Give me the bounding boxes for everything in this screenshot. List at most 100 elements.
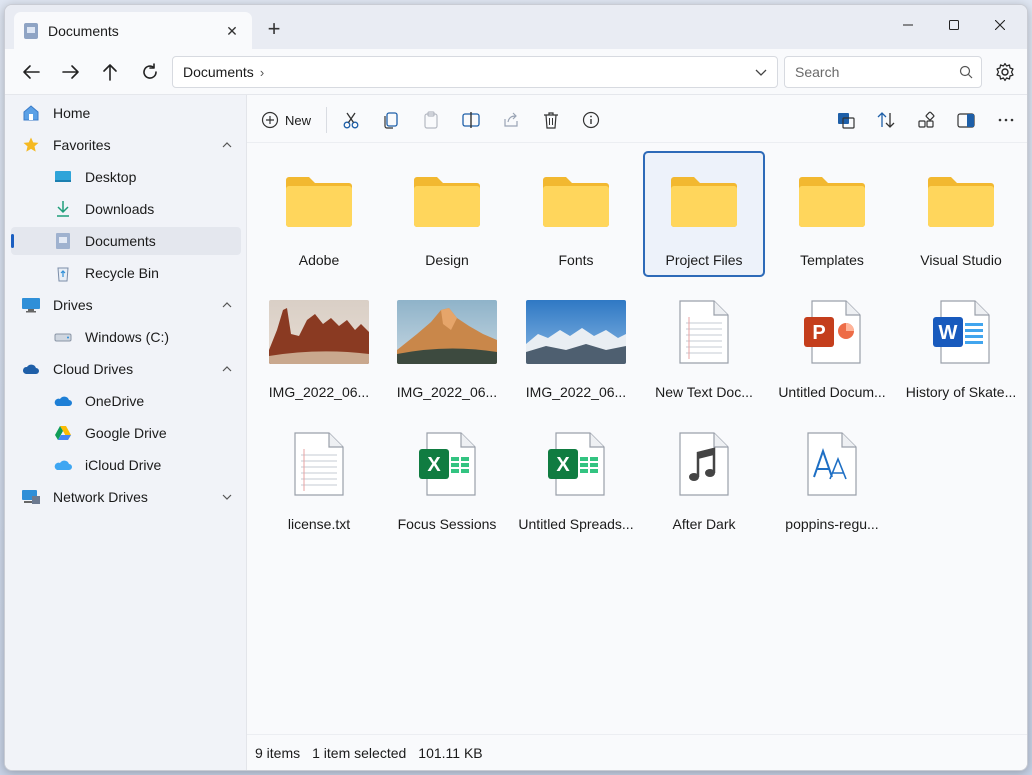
file-item-folder[interactable]: Fonts [515, 151, 637, 277]
file-name: Untitled Spreads... [518, 516, 634, 532]
new-tab-button[interactable]: + [260, 16, 288, 44]
image-thumbnail [397, 299, 497, 365]
sidebar-item-label: Favorites [53, 137, 111, 153]
font-file-icon [782, 431, 882, 497]
google-drive-icon [53, 423, 73, 443]
image-thumbnail [269, 299, 369, 365]
file-item-audio[interactable]: After Dark [643, 415, 765, 541]
search-box[interactable] [784, 56, 982, 88]
more-options-button[interactable] [993, 107, 1019, 133]
sidebar-item-home[interactable]: Home [11, 99, 241, 127]
select-mode-button[interactable] [833, 107, 859, 133]
excel-icon: X [526, 431, 626, 497]
cut-button[interactable] [338, 107, 364, 133]
file-item-word[interactable]: W History of Skate... [900, 283, 1022, 409]
delete-button[interactable] [538, 107, 564, 133]
sidebar-item-downloads[interactable]: Downloads [11, 195, 241, 223]
sidebar: Home Favorites Desktop Downloads Documen… [5, 95, 247, 770]
file-name: History of Skate... [905, 384, 1017, 400]
file-item-text[interactable]: New Text Doc... [643, 283, 765, 409]
refresh-button[interactable] [134, 56, 166, 88]
sidebar-item-label: Windows (C:) [85, 329, 170, 345]
file-item-folder-selected[interactable]: Project Files [643, 151, 765, 277]
sidebar-item-label: Cloud Drives [53, 361, 134, 377]
folder-icon [269, 167, 369, 233]
folder-icon [397, 167, 497, 233]
properties-button[interactable] [578, 107, 604, 133]
chevron-up-icon[interactable] [221, 299, 233, 311]
sidebar-item-windows-c[interactable]: Windows (C:) [11, 323, 241, 351]
sort-button[interactable] [873, 107, 899, 133]
search-input[interactable] [785, 57, 945, 87]
chevron-down-icon[interactable] [221, 491, 233, 503]
file-item-image[interactable]: IMG_2022_06... [515, 283, 637, 409]
file-item-folder[interactable]: Visual Studio [900, 151, 1022, 277]
title-bar: Documents ✕ + [5, 5, 1027, 49]
image-thumbnail [526, 299, 626, 365]
file-item-folder[interactable]: Adobe [258, 151, 380, 277]
back-button[interactable] [15, 56, 47, 88]
sidebar-item-icloud-drive[interactable]: iCloud Drive [11, 451, 241, 479]
text-file-icon [269, 431, 369, 497]
scissors-icon [343, 112, 359, 129]
chevron-up-icon[interactable] [221, 139, 233, 151]
new-button[interactable]: New [261, 107, 311, 133]
paste-button[interactable] [418, 107, 444, 133]
sidebar-item-documents[interactable]: Documents [11, 227, 241, 255]
file-name: Design [425, 252, 469, 268]
copy-button[interactable] [378, 107, 404, 133]
breadcrumb-separator[interactable]: › [260, 65, 264, 80]
icloud-icon [53, 455, 73, 475]
download-icon [53, 199, 73, 219]
minimize-button[interactable] [885, 9, 931, 41]
file-name: IMG_2022_06... [396, 384, 498, 400]
share-button[interactable] [498, 107, 524, 133]
desktop-icon [53, 167, 73, 187]
sidebar-item-favorites[interactable]: Favorites [11, 131, 241, 159]
toolbar-divider [326, 107, 327, 133]
file-item-powerpoint[interactable]: P Untitled Docum... [771, 283, 893, 409]
sidebar-item-recycle-bin[interactable]: Recycle Bin [11, 259, 241, 287]
minimize-icon [903, 24, 913, 26]
settings-button[interactable] [989, 56, 1021, 88]
file-item-folder[interactable]: Templates [771, 151, 893, 277]
rename-button[interactable] [458, 107, 484, 133]
tab-close-button[interactable]: ✕ [222, 21, 242, 41]
file-item-font[interactable]: poppins-regu... [771, 415, 893, 541]
group-button[interactable] [913, 107, 939, 133]
drive-icon [21, 295, 41, 315]
sort-icon [877, 112, 895, 128]
sidebar-item-network-drives[interactable]: Network Drives [11, 483, 241, 511]
ellipsis-icon [998, 118, 1014, 122]
file-explorer-window: Documents ✕ + Documents › Search Home Fa… [4, 4, 1028, 771]
file-item-folder[interactable]: Design [386, 151, 508, 277]
file-item-text[interactable]: license.txt [258, 415, 380, 541]
maximize-button[interactable] [931, 9, 977, 41]
forward-button[interactable] [55, 56, 87, 88]
chevron-down-icon[interactable] [755, 65, 767, 79]
sidebar-item-cloud-drives[interactable]: Cloud Drives [11, 355, 241, 383]
address-bar[interactable]: Documents › [172, 56, 778, 88]
breadcrumb-documents[interactable]: Documents [183, 64, 254, 80]
sidebar-item-label: Home [53, 105, 91, 121]
folder-icon [782, 167, 882, 233]
sidebar-item-drives[interactable]: Drives [11, 291, 241, 319]
sidebar-item-desktop[interactable]: Desktop [11, 163, 241, 191]
file-item-image[interactable]: IMG_2022_06... [258, 283, 380, 409]
sidebar-item-google-drive[interactable]: Google Drive [11, 419, 241, 447]
file-name: Project Files [665, 252, 743, 268]
arrow-up-icon [103, 64, 117, 81]
sidebar-item-onedrive[interactable]: OneDrive [11, 387, 241, 415]
file-item-excel[interactable]: X Focus Sessions [386, 415, 508, 541]
up-button[interactable] [94, 56, 126, 88]
trash-icon [544, 112, 558, 129]
item-count: 9 items [255, 744, 301, 761]
preview-pane-button[interactable] [953, 107, 979, 133]
preview-pane-icon [957, 113, 975, 128]
chevron-up-icon[interactable] [221, 363, 233, 375]
tab-documents[interactable]: Documents ✕ [14, 12, 252, 49]
file-item-image[interactable]: IMG_2022_06... [386, 283, 508, 409]
close-window-button[interactable] [977, 9, 1023, 41]
file-item-excel[interactable]: X Untitled Spreads... [515, 415, 637, 541]
file-name: IMG_2022_06... [525, 384, 627, 400]
